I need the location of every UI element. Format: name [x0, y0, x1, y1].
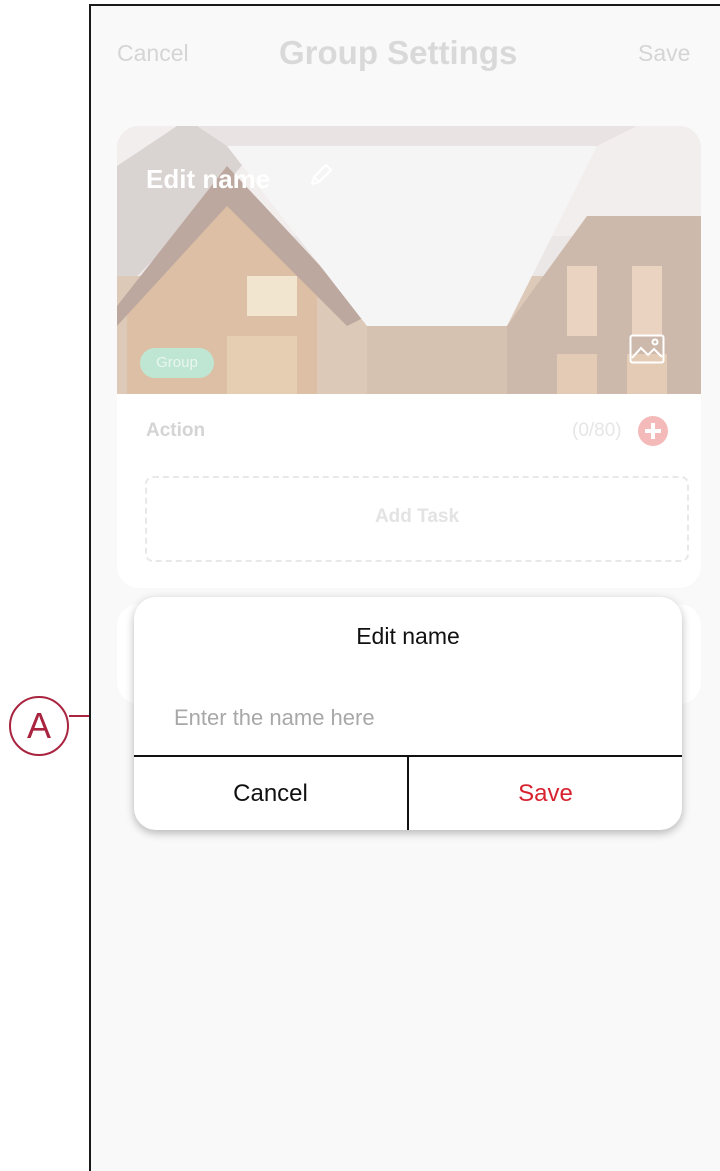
group-badge: Group [140, 348, 214, 378]
dialog-cancel-button[interactable]: Cancel [134, 757, 407, 830]
add-task-label: Add Task [374, 506, 460, 527]
nav-save-button[interactable]: Save [638, 40, 690, 67]
nav-cancel-button[interactable]: Cancel [117, 40, 189, 67]
callout-a-marker: A [9, 696, 69, 756]
page-title: Group Settings [279, 34, 518, 71]
group-name-label: Edit name [146, 164, 271, 194]
group-card: Edit name Group Action (0/80) Add Task [117, 126, 701, 588]
phone-screen: Cancel Group Settings Save Edit name Gro… [89, 4, 720, 1171]
callout-letter: A [26, 705, 51, 746]
add-task-button[interactable]: Add Task [145, 476, 689, 562]
image-icon[interactable] [629, 334, 665, 364]
group-banner-image[interactable]: Edit name Group [117, 126, 701, 394]
pencil-icon[interactable] [308, 162, 334, 188]
top-navigation-bar: Cancel Group Settings Save [91, 6, 720, 96]
plus-icon[interactable] [638, 416, 668, 446]
dialog-title: Edit name [356, 623, 460, 649]
name-input[interactable] [174, 701, 634, 735]
action-count: (0/80) [572, 420, 622, 441]
dialog-save-button[interactable]: Save [409, 757, 682, 830]
action-section-label: Action [146, 420, 206, 441]
edit-name-dialog: Edit name Cancel Save [134, 597, 682, 830]
